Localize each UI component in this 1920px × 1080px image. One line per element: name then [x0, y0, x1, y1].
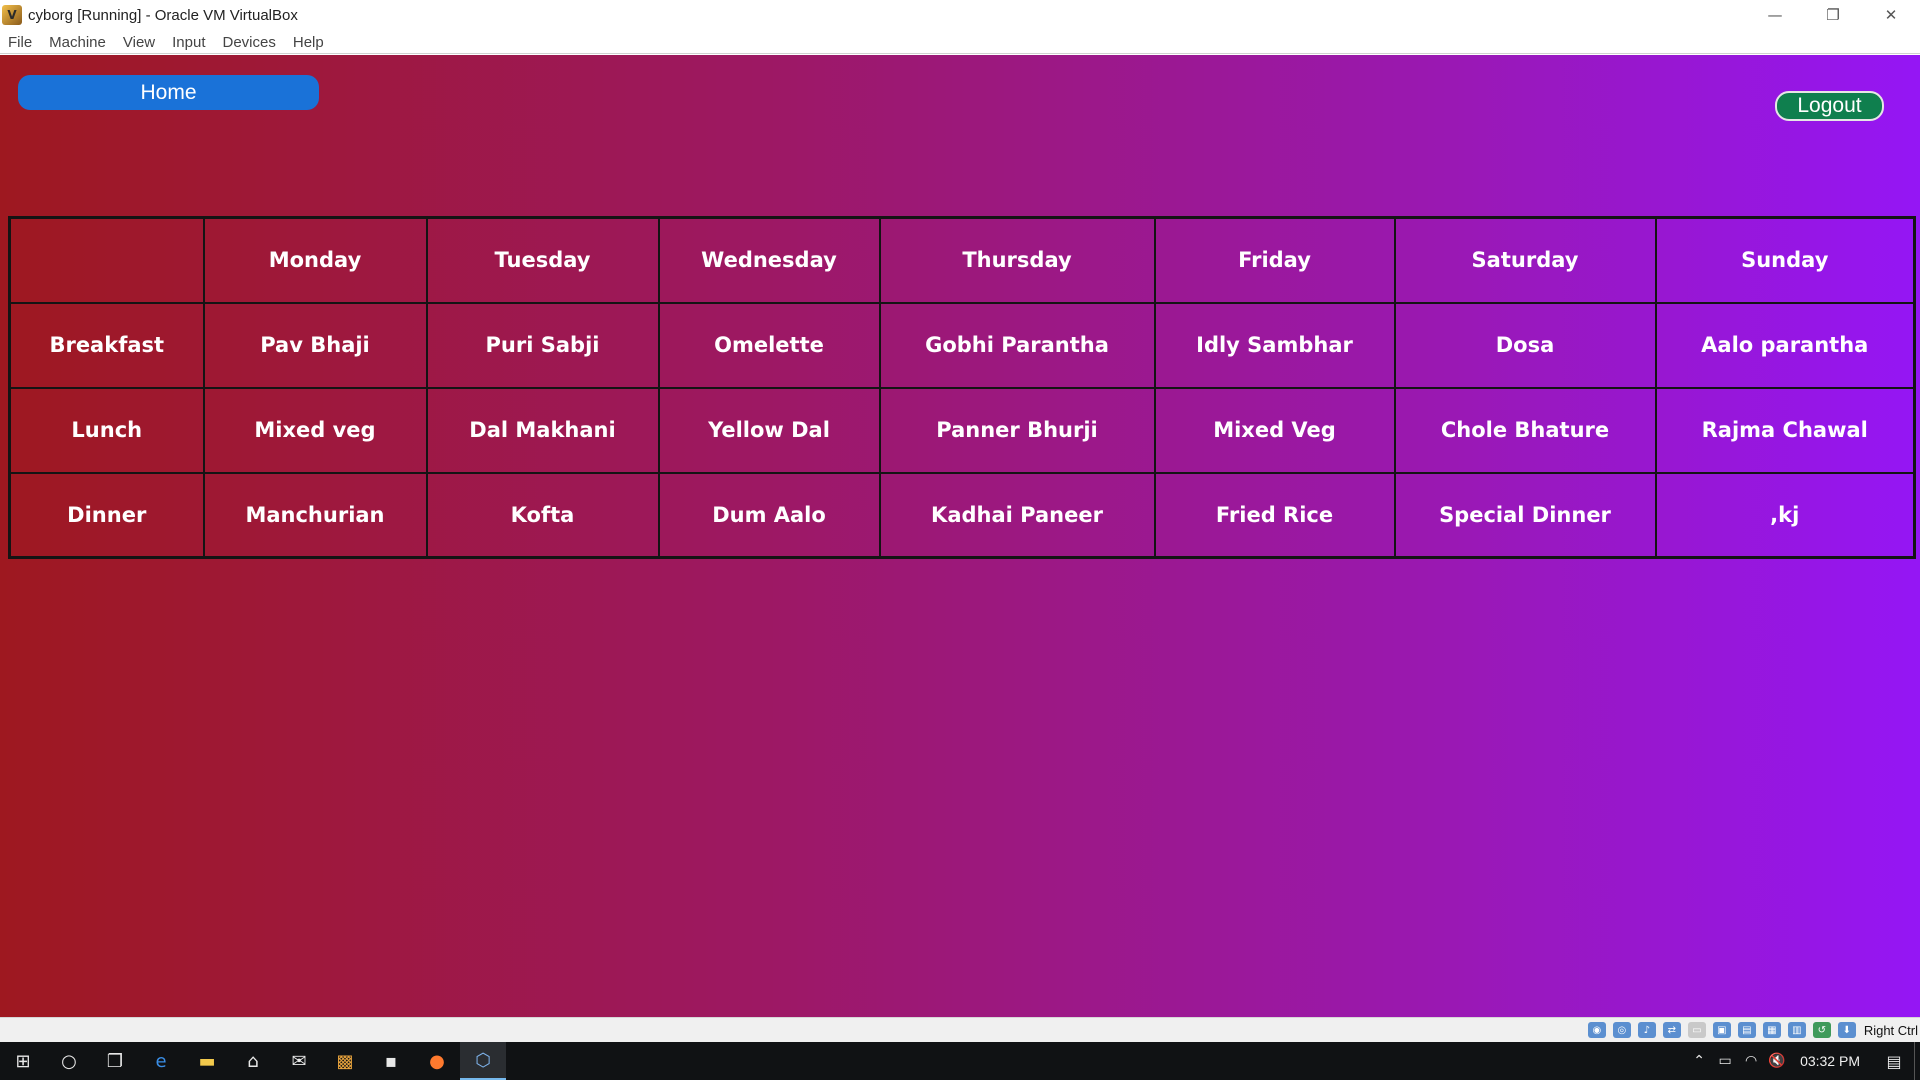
battery-icon[interactable]: ▭ — [1712, 1042, 1738, 1080]
meal-label-lunch: Lunch — [8, 386, 205, 474]
minimize-button[interactable]: — — [1746, 0, 1804, 30]
menu-view[interactable]: View — [123, 32, 155, 51]
header-cell-sunday: Sunday — [1654, 216, 1916, 304]
volume-muted-icon[interactable]: 🔇 — [1764, 1042, 1790, 1080]
header-cell-saturday: Saturday — [1393, 216, 1657, 304]
keyboard-icon[interactable]: ⬇ — [1837, 1022, 1856, 1038]
table-cell: Pav Bhaji — [202, 301, 428, 389]
table-cell: ,kj — [1654, 471, 1916, 559]
table-cell: Dosa — [1393, 301, 1657, 389]
header-cell-thursday: Thursday — [878, 216, 1156, 304]
store-icon[interactable]: ⌂ — [230, 1042, 276, 1080]
table-cell: Dum Aalo — [657, 471, 881, 559]
shared-folders-icon[interactable]: ▣ — [1712, 1022, 1731, 1038]
mail-icon[interactable]: ✉ — [276, 1042, 322, 1080]
table-cell: Dal Makhani — [425, 386, 660, 474]
cortana-icon[interactable]: ○ — [46, 1042, 92, 1080]
usb-icon[interactable]: ▭ — [1687, 1022, 1706, 1038]
menu-input[interactable]: Input — [172, 32, 205, 51]
table-cell: Special Dinner — [1393, 471, 1657, 559]
table-cell: Idly Sambhar — [1153, 301, 1396, 389]
weekly-menu-table: Monday Tuesday Wednesday Thursday Friday… — [8, 216, 1916, 559]
virtualbox-icon[interactable]: ⬡ — [460, 1042, 506, 1080]
table-row-dinner: Dinner Manchurian Kofta Dum Aalo Kadhai … — [8, 471, 1916, 559]
vbox-status-bar: ◉ ◎ ♪ ⇄ ▭ ▣ ▤ ▦ ▥ ↺ ⬇ Right Ctrl — [0, 1017, 1920, 1042]
cpu-icon[interactable]: ▥ — [1787, 1022, 1806, 1038]
table-cell: Yellow Dal — [657, 386, 881, 474]
table-cell: Omelette — [657, 301, 881, 389]
window-title: cyborg [Running] - Oracle VM VirtualBox — [28, 6, 298, 24]
video-capture-icon[interactable]: ▦ — [1762, 1022, 1781, 1038]
table-row-lunch: Lunch Mixed veg Dal Makhani Yellow Dal P… — [8, 386, 1916, 474]
home-button[interactable]: Home — [18, 75, 319, 110]
virtualbox-app-icon: V — [2, 5, 22, 25]
table-cell: Rajma Chawal — [1654, 386, 1916, 474]
system-tray: ⌃ ▭ ◠ 🔇 03:32 PM ▤ — [1686, 1042, 1920, 1080]
host-key-label: Right Ctrl — [1863, 1022, 1918, 1038]
audio-icon[interactable]: ♪ — [1637, 1022, 1656, 1038]
firefox-icon[interactable]: ● — [414, 1042, 460, 1080]
header-cell-tuesday: Tuesday — [425, 216, 660, 304]
header-cell-monday: Monday — [202, 216, 428, 304]
edge-icon[interactable]: e — [138, 1042, 184, 1080]
network-icon[interactable]: ⇄ — [1662, 1022, 1681, 1038]
table-cell: Fried Rice — [1153, 471, 1396, 559]
window-titlebar: V cyborg [Running] - Oracle VM VirtualBo… — [0, 0, 1920, 30]
office-icon[interactable]: ▩ — [322, 1042, 368, 1080]
table-cell: Aalo parantha — [1654, 301, 1916, 389]
hard-disk-icon[interactable]: ◉ — [1587, 1022, 1606, 1038]
menubar: File Machine View Input Devices Help — [0, 30, 1920, 54]
table-cell: Manchurian — [202, 471, 428, 559]
mouse-integration-icon[interactable]: ↺ — [1812, 1022, 1831, 1038]
table-cell: Panner Bhurji — [878, 386, 1156, 474]
table-cell: Chole Bhature — [1393, 386, 1657, 474]
menu-machine[interactable]: Machine — [49, 32, 106, 51]
header-cell-wednesday: Wednesday — [657, 216, 881, 304]
optical-drive-icon[interactable]: ◎ — [1612, 1022, 1631, 1038]
header-cell-friday: Friday — [1153, 216, 1396, 304]
file-explorer-icon[interactable]: ▬ — [184, 1042, 230, 1080]
show-desktop-button[interactable] — [1914, 1042, 1920, 1080]
start-icon[interactable]: ⊞ — [0, 1042, 46, 1080]
app-icon[interactable]: ▪ — [368, 1042, 414, 1080]
logout-button[interactable]: Logout — [1775, 91, 1884, 121]
table-row-breakfast: Breakfast Pav Bhaji Puri Sabji Omelette … — [8, 301, 1916, 389]
table-cell: Gobhi Parantha — [878, 301, 1156, 389]
wifi-icon[interactable]: ◠ — [1738, 1042, 1764, 1080]
meal-label-dinner: Dinner — [8, 471, 205, 559]
chevron-up-icon[interactable]: ⌃ — [1686, 1042, 1712, 1080]
task-view-icon[interactable]: ❐ — [92, 1042, 138, 1080]
notification-icon[interactable]: ▤ — [1874, 1042, 1914, 1080]
table-cell: Puri Sabji — [425, 301, 660, 389]
menu-devices[interactable]: Devices — [223, 32, 276, 51]
header-cell-empty — [8, 216, 205, 304]
table-cell: Kadhai Paneer — [878, 471, 1156, 559]
display-icon[interactable]: ▤ — [1737, 1022, 1756, 1038]
guest-page: Home Logout Monday Tuesday Wednesday Thu… — [0, 55, 1920, 1017]
windows-taskbar: ⊞ ○ ❐ e ▬ ⌂ ✉ ▩ ▪ ● ⬡ ⌃ ▭ ◠ 🔇 03:32 PM ▤ — [0, 1042, 1920, 1080]
window-controls: — ❐ ✕ — [1746, 0, 1920, 30]
close-button[interactable]: ✕ — [1862, 0, 1920, 30]
table-cell: Mixed veg — [202, 386, 428, 474]
menu-file[interactable]: File — [8, 32, 32, 51]
menu-help[interactable]: Help — [293, 32, 324, 51]
table-cell: Mixed Veg — [1153, 386, 1396, 474]
meal-label-breakfast: Breakfast — [8, 301, 205, 389]
restore-button[interactable]: ❐ — [1804, 0, 1862, 30]
taskbar-clock[interactable]: 03:32 PM — [1800, 1053, 1860, 1069]
table-cell: Kofta — [425, 471, 660, 559]
table-header-row: Monday Tuesday Wednesday Thursday Friday… — [8, 216, 1916, 304]
